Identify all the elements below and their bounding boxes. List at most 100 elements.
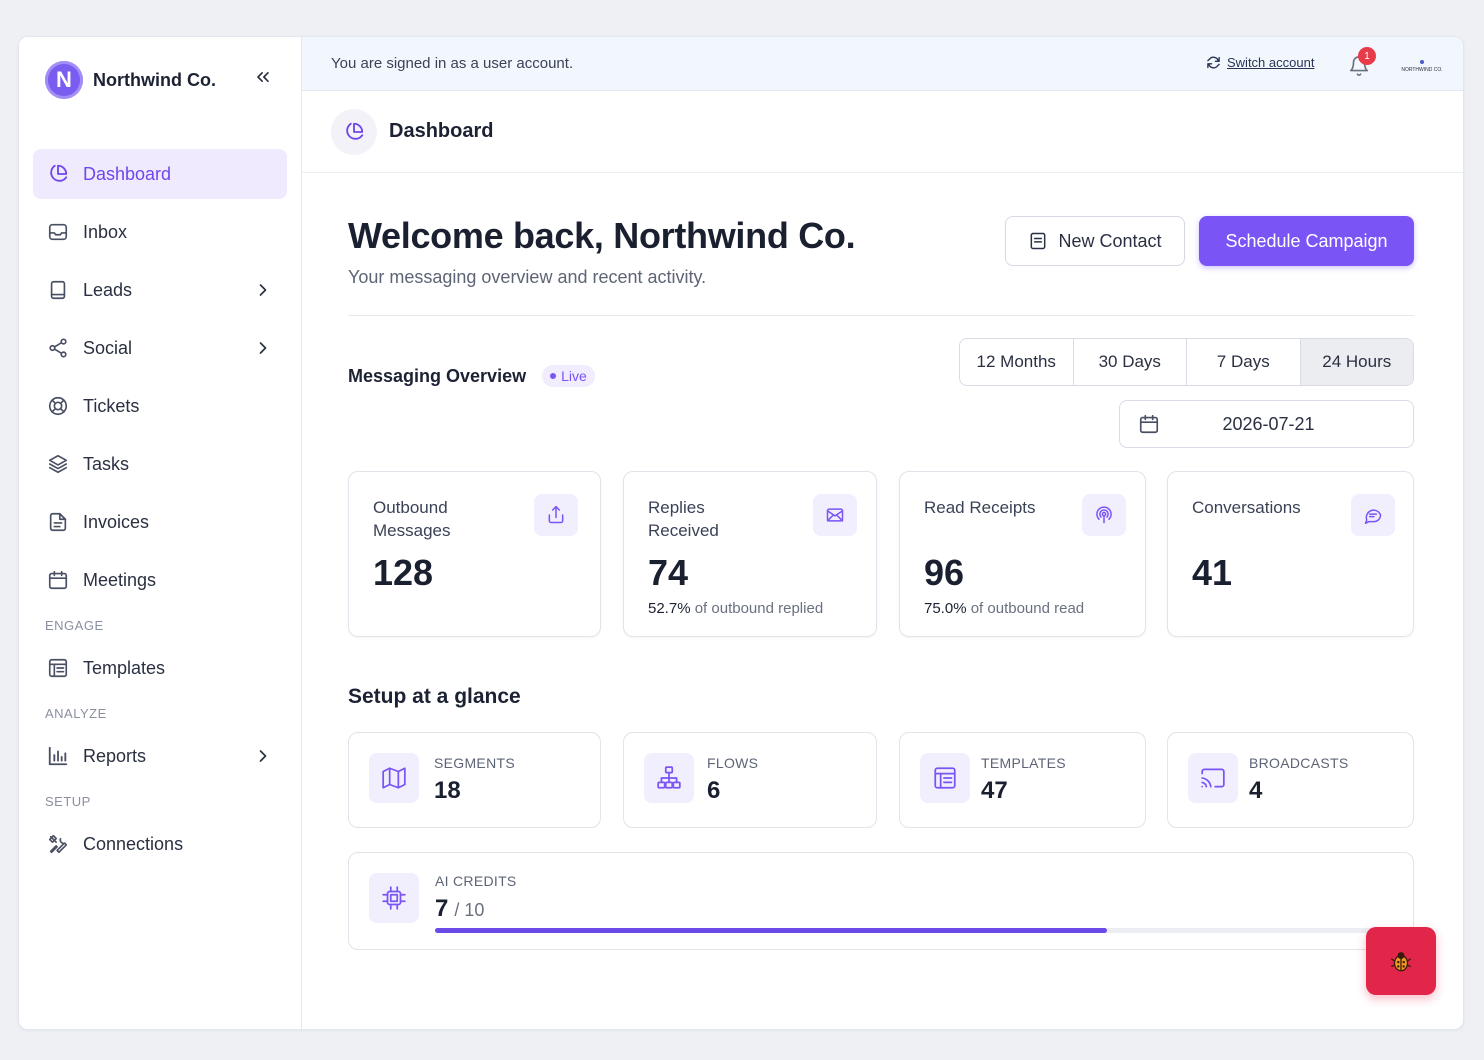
stat-label: Conversations <box>1192 498 1301 517</box>
brand-logo: N <box>45 61 83 99</box>
sidebar-item-meetings[interactable]: Meetings <box>33 555 287 605</box>
setup-title: Setup at a glance <box>348 685 521 708</box>
bug-icon <box>1390 952 1412 972</box>
section-label-setup: SETUP <box>45 793 91 809</box>
section-label-analyze: ANALYZE <box>45 705 107 721</box>
schedule-campaign-button[interactable]: Schedule Campaign <box>1199 216 1414 266</box>
calendar-icon <box>1139 414 1159 434</box>
date-picker[interactable]: 2026-07-21 <box>1119 400 1414 448</box>
sidebar-item-templates[interactable]: Templates <box>33 643 287 693</box>
svg-text:NORTHWIND CO.: NORTHWIND CO. <box>1401 67 1442 73</box>
sidebar-item-inbox[interactable]: Inbox <box>33 207 287 257</box>
stat-subtext: 75.0% of outbound read <box>924 600 1084 617</box>
chevron-right-icon <box>259 750 267 762</box>
bug-report-button[interactable] <box>1366 927 1436 995</box>
stat-sub-text: of outbound read <box>970 600 1085 617</box>
brand[interactable]: N Northwind Co. <box>45 61 216 99</box>
cpu-icon <box>369 873 419 923</box>
stat-sub-value: 52.7% <box>648 600 691 617</box>
sidebar-item-label: Social <box>83 337 133 358</box>
share-icon <box>47 337 69 359</box>
date-value: 2026-07-21 <box>1222 413 1315 434</box>
lifebuoy-icon <box>47 395 69 417</box>
setup-label: FLOWS <box>707 755 759 771</box>
calendar-icon <box>47 569 69 591</box>
range-tabs: 12 Months 30 Days 7 Days 24 Hours <box>959 338 1414 386</box>
app-window: N Northwind Co. Dashboard Inbox Leads So… <box>18 36 1464 1030</box>
book-icon <box>47 279 69 301</box>
pie-chart-icon <box>331 108 377 155</box>
new-contact-button[interactable]: New Contact <box>1005 216 1185 266</box>
stat-subtext: 52.7% of outbound replied <box>648 600 823 617</box>
ai-credits-total: / 10 <box>454 900 485 920</box>
stat-value: 128 <box>373 552 434 593</box>
sidebar-item-label: Invoices <box>83 511 150 532</box>
stat-label: Replies Received <box>648 498 719 540</box>
collapse-sidebar-button[interactable] <box>251 65 275 89</box>
layers-icon <box>47 453 69 475</box>
notification-badge: 1 <box>1358 47 1376 65</box>
sidebar-item-social[interactable]: Social <box>33 323 287 373</box>
new-contact-label: New Contact <box>1058 230 1162 251</box>
pie-chart-icon <box>47 163 69 185</box>
stat-value: 96 <box>924 552 965 593</box>
sidebar-item-reports[interactable]: Reports <box>33 731 287 781</box>
map-icon <box>369 753 419 803</box>
broadcast-icon <box>1082 494 1126 536</box>
stat-card-read-receipts[interactable]: Read Receipts 96 75.0% of outbound read <box>899 471 1146 637</box>
live-dot <box>550 373 557 379</box>
range-tab-30-days[interactable]: 30 Days <box>1074 339 1187 385</box>
hierarchy-icon <box>644 753 694 803</box>
range-tab-7-days[interactable]: 7 Days <box>1187 339 1301 385</box>
divider <box>348 315 1414 316</box>
sidebar-item-invoices[interactable]: Invoices <box>33 497 287 547</box>
sidebar-item-tickets[interactable]: Tickets <box>33 381 287 431</box>
contact-card-icon <box>1031 232 1046 250</box>
sidebar: N Northwind Co. Dashboard Inbox Leads So… <box>19 37 302 1029</box>
bar-chart-icon <box>47 745 69 767</box>
stat-value: 74 <box>648 552 689 593</box>
setup-value: 6 <box>707 777 721 804</box>
switch-account-link[interactable]: Switch account <box>1206 55 1314 70</box>
sidebar-item-label: Templates <box>83 657 166 678</box>
messaging-overview-header: Messaging Overview Live <box>348 365 595 387</box>
envelope-icon <box>813 494 857 536</box>
stat-sub-value: 75.0% <box>924 600 967 617</box>
setup-card-flows[interactable]: FLOWS 6 <box>623 732 877 828</box>
ai-credits-progress-fill <box>435 928 1107 933</box>
welcome-subtitle: Your messaging overview and recent activ… <box>348 267 707 287</box>
account-banner: You are signed in as a user account. Swi… <box>302 37 1463 91</box>
setup-card-segments[interactable]: SEGMENTS 18 <box>348 732 601 828</box>
file-icon <box>47 511 69 533</box>
ai-credits-card[interactable]: AI CREDITS 7/ 10 <box>348 852 1414 950</box>
brand-name: Northwind Co. <box>93 69 216 90</box>
chevron-right-icon <box>259 342 267 354</box>
range-tab-12-months[interactable]: 12 Months <box>960 339 1074 385</box>
sidebar-item-leads[interactable]: Leads <box>33 265 287 315</box>
sidebar-item-connections[interactable]: Connections <box>33 819 287 869</box>
sidebar-item-tasks[interactable]: Tasks <box>33 439 287 489</box>
setup-label: BROADCASTS <box>1249 755 1349 771</box>
section-label-engage: ENGAGE <box>45 617 104 633</box>
stat-label: Outbound Messages <box>373 498 451 540</box>
org-logo[interactable]: NORTHWIND CO. <box>1396 59 1448 73</box>
setup-card-broadcasts[interactable]: BROADCASTS 4 <box>1167 732 1414 828</box>
live-label: Live <box>561 368 587 384</box>
stat-sub-text: of outbound replied <box>694 600 824 617</box>
stat-card-conversations[interactable]: Conversations 41 <box>1167 471 1414 637</box>
ai-credits-progress <box>435 928 1395 933</box>
setup-value: 4 <box>1249 777 1263 804</box>
setup-card-templates[interactable]: TEMPLATES 47 <box>899 732 1146 828</box>
sidebar-item-dashboard[interactable]: Dashboard <box>33 149 287 199</box>
template-icon <box>47 657 69 679</box>
chevrons-left-icon <box>257 72 269 82</box>
sidebar-item-label: Connections <box>83 833 184 854</box>
tools-icon <box>47 833 69 855</box>
setup-label: SEGMENTS <box>434 755 515 771</box>
sidebar-item-label: Tasks <box>83 453 130 474</box>
sidebar-nav: Dashboard Inbox Leads Social Tickets Tas… <box>33 149 287 877</box>
stat-card-outbound[interactable]: Outbound Messages 128 <box>348 471 601 637</box>
refresh-icon <box>1207 56 1220 69</box>
stat-card-replies[interactable]: Replies Received 74 52.7% of outbound re… <box>623 471 877 637</box>
range-tab-24-hours[interactable]: 24 Hours <box>1300 339 1413 385</box>
